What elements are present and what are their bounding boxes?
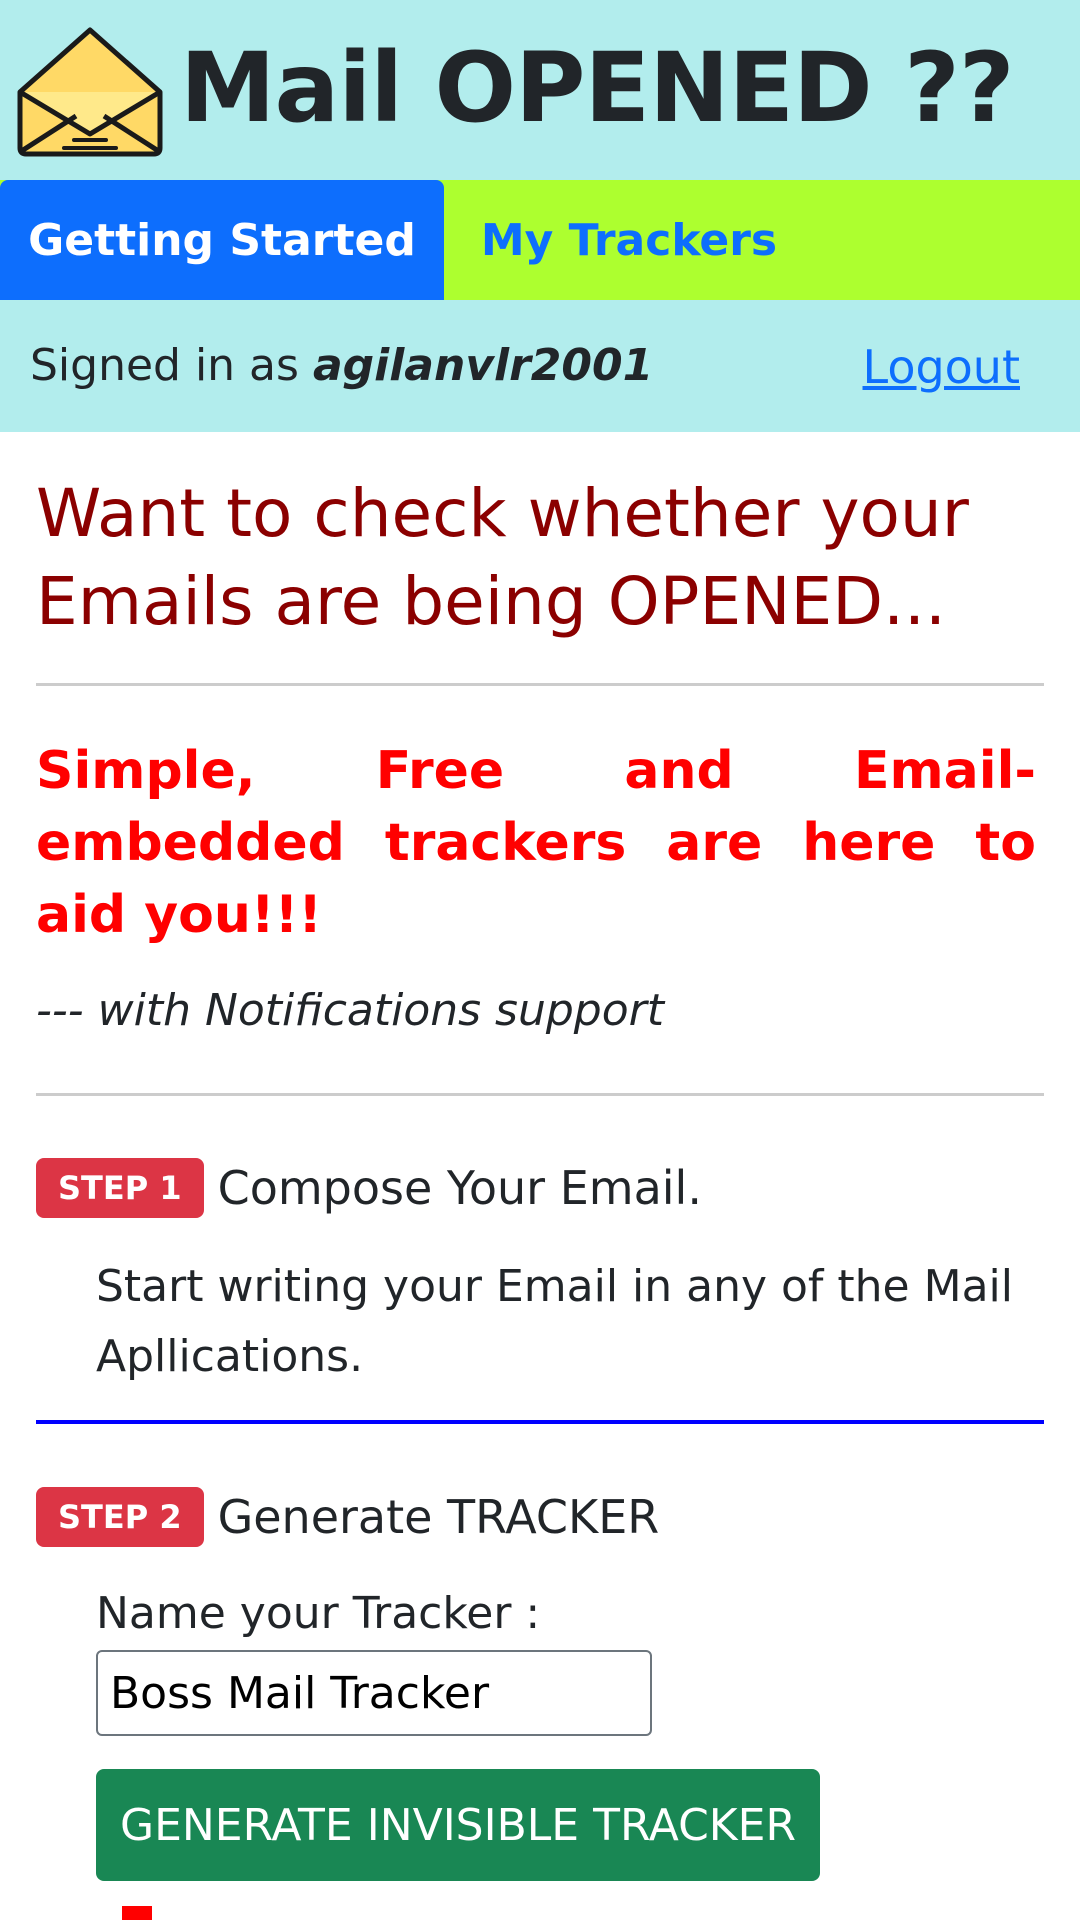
tab-getting-started[interactable]: Getting Started (0, 180, 444, 300)
app-header: Mail OPENED ?? (0, 0, 1080, 180)
step-2-header: STEP 2 Generate TRACKER (36, 1482, 659, 1552)
envelope-open-icon (17, 27, 163, 157)
subtagline: --- with Notifications support (36, 985, 664, 1036)
divider (36, 683, 1044, 686)
user-bar: Signed in as agilanvlr2001 Logout (0, 300, 1080, 432)
partial-red-element (122, 1906, 152, 1920)
logout-link[interactable]: Logout (863, 340, 1021, 394)
signed-in-prefix: Signed in as (30, 340, 299, 391)
step-1-header: STEP 1 Compose Your Email. (36, 1153, 702, 1223)
tab-bar: Getting Started My Trackers (0, 180, 1080, 300)
tracker-name-input[interactable] (96, 1650, 652, 1736)
tagline: Simple, Free and Email-embedded trackers… (36, 741, 1036, 945)
username: agilanvlr2001 (312, 340, 654, 391)
divider (36, 1093, 1044, 1096)
step-2-title: Generate TRACKER (217, 1490, 660, 1544)
app-title: Mail OPENED ?? (180, 32, 1014, 144)
step-divider (36, 1420, 1044, 1424)
tab-my-trackers[interactable]: My Trackers (444, 180, 814, 300)
signed-in-text: Signed in as agilanvlr2001 (30, 340, 653, 391)
tracker-name-label: Name your Tracker : (96, 1588, 541, 1639)
generate-tracker-button[interactable]: GENERATE INVISIBLE TRACKER (96, 1769, 820, 1881)
step-1-description: Start writing your Email in any of the M… (96, 1261, 1013, 1382)
step-1-title: Compose Your Email. (217, 1161, 702, 1215)
page-headline: Want to check whether your Emails are be… (36, 475, 969, 640)
step-1-badge: STEP 1 (36, 1158, 204, 1218)
step-2-badge: STEP 2 (36, 1487, 204, 1547)
